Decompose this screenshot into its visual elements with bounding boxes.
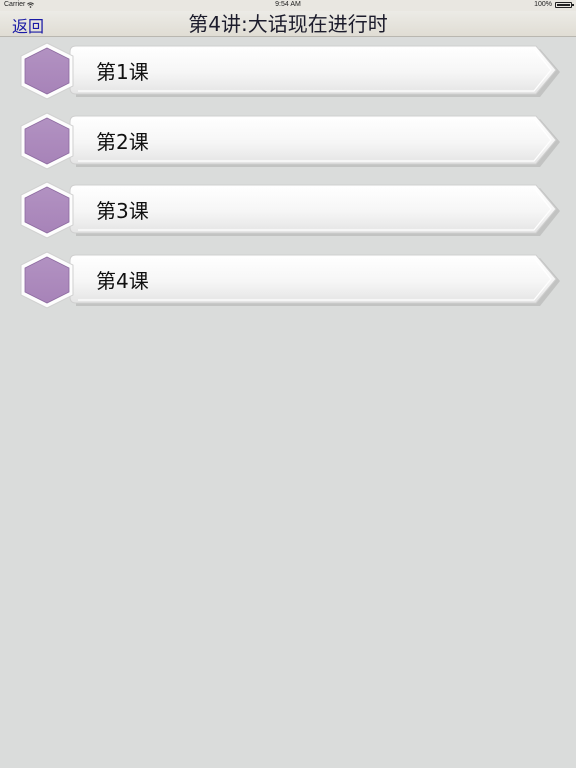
- lesson-row-3[interactable]: 第3课: [18, 180, 564, 242]
- status-bar: Carrier 9:54 AM 100%: [0, 0, 576, 11]
- status-time: 9:54 AM: [275, 1, 301, 8]
- lesson-row-1[interactable]: 第1课: [18, 41, 564, 103]
- navigation-bar: 返回 第4讲:大话现在进行时: [0, 11, 576, 37]
- battery-icon: [555, 1, 574, 8]
- lesson-row-2[interactable]: 第2课: [18, 111, 564, 173]
- battery-percent: 100%: [534, 1, 552, 8]
- lesson-label: 第2课: [96, 130, 149, 154]
- page-title: 第4讲:大话现在进行时: [188, 12, 388, 36]
- battery-indicator: 100%: [534, 1, 574, 8]
- lesson-label: 第4课: [96, 269, 149, 293]
- lesson-row-4[interactable]: 第4课: [18, 250, 564, 312]
- battery-fill: [557, 3, 570, 6]
- lesson-label: 第3课: [96, 199, 149, 223]
- lesson-label: 第1课: [96, 60, 149, 84]
